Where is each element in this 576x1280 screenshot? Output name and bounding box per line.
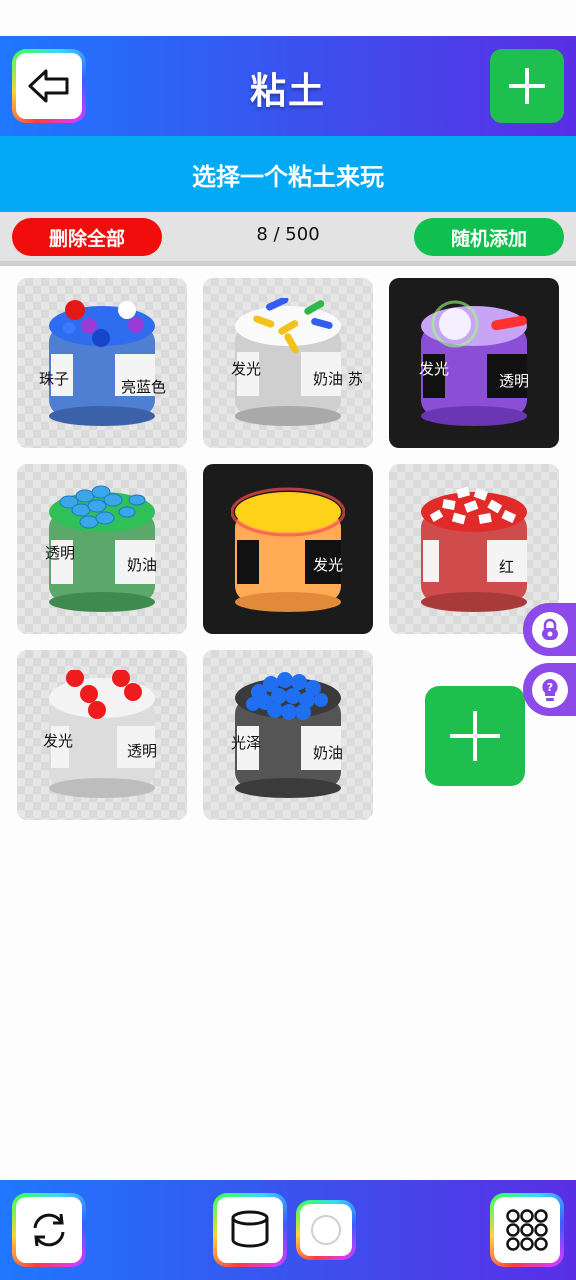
add-new-slime-button[interactable] [425, 686, 525, 786]
refresh-icon [33, 1213, 65, 1247]
hint-side-button[interactable]: ? [523, 663, 576, 716]
slime-card[interactable]: 发光 [203, 464, 373, 634]
slime-label-right: 奶油 [313, 744, 344, 762]
add-slime-button[interactable] [490, 49, 564, 123]
jar-image [231, 487, 345, 612]
svg-text:?: ? [546, 681, 552, 694]
slime-label-right: 透明 [499, 372, 530, 390]
slime-label-left: 珠子 [39, 370, 70, 388]
lock-icon [541, 618, 558, 640]
jar-image [49, 300, 155, 426]
slime-label-left: 透明 [45, 544, 76, 562]
action-toolbar: 删除全部 8 / 500 随机添加 [0, 212, 576, 266]
slime-label-right: 奶油 [127, 556, 158, 574]
instruction-text: 选择一个粘土来玩 [192, 162, 384, 191]
slime-label-right: 发光 [313, 556, 344, 574]
grid-menu-button[interactable] [490, 1193, 564, 1267]
lock-side-button[interactable] [523, 603, 576, 656]
plus-icon [450, 711, 500, 761]
slime-label-right: 奶油 苏 [313, 370, 363, 388]
jar-button[interactable] [213, 1193, 287, 1267]
slime-card[interactable]: 珠子 亮蓝色 [17, 278, 187, 448]
slime-card[interactable]: 发光 透明 [17, 650, 187, 820]
slime-card[interactable]: 光泽 奶油 [203, 650, 373, 820]
plus-icon [509, 68, 545, 104]
slime-card[interactable]: 发光 透明 [389, 278, 559, 448]
lightbulb-icon: ? [541, 678, 558, 701]
slime-label-left: 发光 [231, 360, 262, 378]
slime-label-left: 光泽 [231, 734, 262, 752]
color-circle-button[interactable] [296, 1200, 356, 1260]
slime-label-left: 发光 [43, 732, 74, 750]
slime-label-right: 透明 [127, 742, 158, 760]
refresh-button[interactable] [12, 1193, 86, 1267]
slime-select-screen: 粘土 选择一个粘土来玩 删除全部 8 / 500 随机添加 珠子 亮蓝色 发光 … [0, 0, 576, 1280]
grid-icon [506, 1209, 548, 1251]
slime-label-right: 亮蓝色 [121, 378, 167, 396]
slime-label-left: 发光 [419, 360, 450, 378]
top-bar: 粘土 [0, 36, 576, 136]
random-add-button[interactable]: 随机添加 [414, 218, 564, 256]
slime-label-right: 红 [499, 558, 515, 576]
circle-icon [311, 1215, 341, 1245]
jar-image [421, 486, 527, 612]
instruction-banner: 选择一个粘土来玩 [0, 136, 576, 212]
slime-card[interactable]: 发光 奶油 苏 [203, 278, 373, 448]
jar-icon [231, 1210, 269, 1248]
slime-card[interactable]: 透明 奶油 [17, 464, 187, 634]
bottom-bar [0, 1180, 576, 1280]
